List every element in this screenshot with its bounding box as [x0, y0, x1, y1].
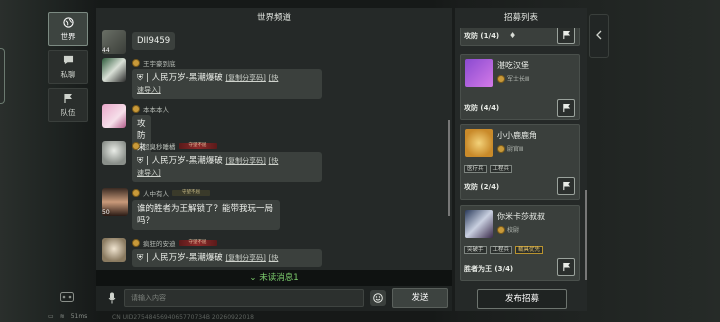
recruit-card[interactable]: 攻防 (1/4) ♦ [460, 28, 580, 46]
sender-name: 超臭秒睡橘 守望不屈 [132, 141, 217, 151]
rank-badge-icon [132, 189, 140, 197]
avatar [465, 59, 493, 87]
role-chips: 突破手 工程兵 载具优先 [464, 246, 544, 254]
rank-badge-icon [497, 225, 505, 234]
avatar[interactable] [102, 58, 126, 82]
role-chip: 载具优先 [515, 246, 544, 254]
quick-import-link-tail[interactable]: 速导入] [137, 169, 161, 177]
wifi-icon: ≋ [59, 313, 65, 320]
channel-nav: 世界 私聊 队伍 [48, 12, 88, 122]
chevron-down-icon: ⌄ [249, 273, 257, 283]
title-tag: 守望不屈 [178, 143, 217, 149]
title-tag: 守望不屈 [178, 240, 217, 246]
avatar[interactable] [102, 141, 126, 165]
rank-badge-icon [132, 59, 140, 67]
join-flag-button[interactable] [557, 28, 575, 44]
rank-badge-icon [497, 74, 505, 83]
globe-icon [62, 16, 74, 28]
share-code-bubble: ⛨ | 人民万岁-黑潮爆破 [复制分享码] [快 速导入] [132, 69, 322, 99]
chat-title: 世界频道 [256, 13, 291, 23]
uid-footer: CN UID2754845694065770734B 20260922018 [112, 314, 254, 321]
recruit-panel: 招募列表 攻防 (1/4) ♦ 湛吃汉堡 军士长Ⅲ 攻防 (4/4) 小小鹿鹿角… [455, 8, 587, 311]
avatar[interactable] [102, 104, 126, 128]
sender-name: 人中有人 守望不屈 [132, 188, 210, 198]
nav-team[interactable]: 队伍 [48, 88, 88, 122]
avatar[interactable] [102, 238, 126, 262]
recruit-card[interactable]: 小小鹿鹿角 尉官Ⅲ 医疗兵 工程兵 攻防 (2/4) [460, 124, 580, 200]
avatar [465, 210, 493, 238]
status-bar: ▭ ≋ 51ms [48, 313, 87, 320]
quick-import-link[interactable]: [快 [269, 74, 279, 82]
message-bubble: DII9459 [132, 32, 176, 50]
chat-bubble-icon [62, 54, 74, 66]
chat-input-bar: 请输入内容 发送 [96, 286, 452, 311]
share-code-bubble: ⛨ | 人民万岁-黑潮爆破 [复制分享码] [快 速导入] [132, 152, 322, 182]
recruit-list[interactable]: 攻防 (1/4) ♦ 湛吃汉堡 军士长Ⅲ 攻防 (4/4) 小小鹿鹿角 尉官Ⅲ … [455, 28, 587, 284]
sender-name: 本本本人 [132, 104, 169, 114]
left-edge-handle[interactable] [0, 48, 5, 104]
flag-icon [62, 92, 74, 104]
recruit-card[interactable]: 你米卡莎叔叔 校尉 突破手 工程兵 载具优先 胜者为王 (3/4) [460, 205, 580, 281]
ping-label: 51ms [70, 313, 88, 320]
nav-world-label: 世界 [60, 32, 76, 41]
sender-name: 王宇豪到底 [132, 58, 176, 68]
microphone-icon: ♦ [509, 31, 517, 40]
role-chips: 医疗兵 工程兵 [464, 165, 513, 173]
rank-label: 校尉 [497, 225, 519, 234]
sender-name: 疯狂的安迪 守望不屈 [132, 238, 217, 248]
nav-team-label: 队伍 [60, 108, 76, 117]
role-chip: 突破手 [464, 246, 487, 254]
join-flag-button[interactable] [557, 177, 575, 195]
collapse-panel-button[interactable] [589, 14, 609, 58]
quick-import-link[interactable]: [快 [269, 254, 279, 262]
quick-import-link[interactable]: [快 [269, 157, 279, 165]
unread-messages-button[interactable]: ⌄ 未读消息1 [96, 270, 452, 286]
rank-badge-icon [132, 142, 140, 150]
recruit-card[interactable]: 湛吃汉堡 军士长Ⅲ 攻防 (4/4) [460, 54, 580, 120]
rank-label: 军士长Ⅲ [497, 74, 529, 83]
share-code-bubble: ⛨ | 人民万岁-黑潮爆破 [复制分享码] [快 [132, 249, 322, 267]
publish-recruit-button[interactable]: 发布招募 [477, 289, 567, 309]
message-bubble: 谁的胜者为王解锁了？能带我玩一局 吗？ [132, 200, 280, 230]
avatar [465, 129, 493, 157]
gamepad-icon[interactable] [60, 292, 74, 304]
role-chip: 医疗兵 [464, 165, 487, 173]
share-icon: ⛨ [137, 156, 144, 166]
chevron-left-icon [596, 30, 602, 42]
recruit-scrollbar[interactable] [585, 190, 587, 280]
copy-share-code-link[interactable]: [复制分享码] [225, 254, 265, 262]
join-flag-button[interactable] [557, 99, 575, 117]
rank-badge-icon [497, 144, 505, 153]
avatar[interactable]: 50 [102, 188, 128, 216]
copy-share-code-link[interactable]: [复制分享码] [225, 74, 265, 82]
role-chip: 工程兵 [489, 246, 513, 254]
chat-input[interactable]: 请输入内容 [124, 289, 364, 307]
rank-badge-icon [132, 239, 140, 247]
share-icon: ⛨ [137, 253, 144, 263]
title-tag: 守望不屈 [172, 190, 210, 196]
avatar[interactable]: 44 [102, 30, 126, 54]
share-icon: ⛨ [137, 73, 144, 83]
battery-icon: ▭ [48, 313, 54, 320]
chat-feed[interactable]: 44 DII9459 王宇豪到底 ⛨ | 人民万岁-黑潮爆破 [复制分享码] [… [96, 28, 446, 270]
join-flag-button[interactable] [557, 258, 575, 276]
rank-label: 尉官Ⅲ [497, 144, 523, 153]
world-chat-panel: 世界频道 44 DII9459 王宇豪到底 ⛨ | 人民万岁-黑潮爆破 [复制分… [96, 8, 452, 311]
recruit-title: 招募列表 [503, 13, 538, 23]
quick-import-link-tail[interactable]: 速导入] [137, 86, 161, 94]
role-chip: 工程兵 [489, 165, 513, 173]
copy-share-code-link[interactable]: [复制分享码] [225, 157, 265, 165]
nav-private-label: 私聊 [60, 70, 76, 79]
chat-scrollbar[interactable] [448, 120, 450, 216]
rank-badge-icon [132, 105, 140, 113]
microphone-icon[interactable] [104, 290, 120, 306]
nav-private[interactable]: 私聊 [48, 50, 88, 84]
emoji-icon[interactable] [370, 290, 386, 306]
nav-world[interactable]: 世界 [48, 12, 88, 46]
send-button[interactable]: 发送 [392, 288, 448, 308]
